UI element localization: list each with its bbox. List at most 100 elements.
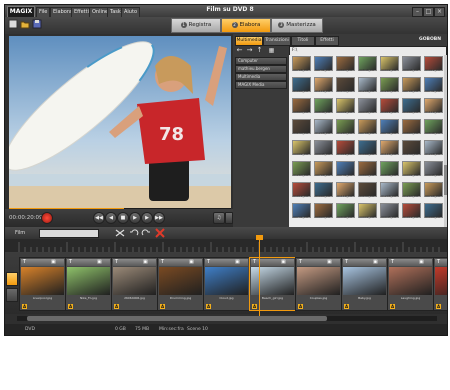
up-arrow-icon[interactable]: ↑ — [255, 46, 264, 55]
effects-icon[interactable]: ▣ — [97, 259, 102, 266]
save-icon[interactable] — [32, 19, 42, 29]
tab-registra[interactable]: 1 Registra — [171, 18, 221, 33]
media-thumbnail[interactable]: 00848_P8 — [312, 98, 333, 118]
step-forward-button[interactable]: ▶ — [141, 212, 153, 224]
title-icon[interactable]: T — [23, 259, 26, 266]
audio-badge[interactable]: A — [390, 304, 395, 309]
tab-multimedia[interactable]: Multimedia — [235, 36, 263, 46]
effects-icon[interactable]: ▣ — [419, 259, 424, 266]
delete-icon[interactable] — [155, 228, 165, 238]
media-thumbnail[interactable]: 01012_P8 — [290, 182, 311, 202]
media-scrollbar[interactable] — [444, 55, 447, 227]
media-thumbnail[interactable]: 00945_P8 — [422, 161, 443, 181]
film-selector[interactable] — [39, 229, 99, 238]
media-thumbnail[interactable]: 01208_P8 — [378, 182, 399, 202]
title-icon[interactable]: T — [115, 259, 118, 266]
folder-magix-media[interactable]: MAGIX Media — [235, 81, 287, 89]
media-thumbnail[interactable]: 00803_P8 — [400, 119, 421, 139]
media-thumbnail[interactable]: 00945_P8 — [400, 56, 421, 76]
media-thumbnail[interactable]: 01263_P8 — [334, 119, 355, 139]
record-button[interactable] — [41, 212, 53, 224]
media-thumbnail[interactable]: 00731_P8 — [422, 77, 443, 97]
media-thumbnail[interactable]: 00848_P8 — [334, 203, 355, 223]
media-thumbnail[interactable]: 01208_P8 — [312, 119, 333, 139]
audio-badge[interactable]: A — [252, 304, 257, 309]
new-project-icon[interactable] — [8, 19, 18, 29]
title-icon[interactable]: T — [299, 259, 302, 266]
media-thumbnail[interactable]: 00708_P8 — [400, 77, 421, 97]
media-thumbnail[interactable]: 01155_P8 — [290, 119, 311, 139]
media-thumbnail[interactable]: 01119_P8 — [422, 98, 443, 118]
fast-forward-button[interactable]: ▶▶ — [153, 212, 165, 224]
storyboard-clip[interactable]: T ▣ Liverpool.jpg A — [19, 257, 66, 311]
play-button[interactable]: ▶ — [129, 212, 141, 224]
step-back-button[interactable]: ◀ — [105, 212, 117, 224]
timeline-scroll-thumb[interactable] — [27, 316, 327, 321]
volume-icon[interactable]: ♫ — [213, 212, 225, 224]
media-thumbnail[interactable]: 00848_P8 — [378, 161, 399, 181]
storyboard-mode-button[interactable] — [6, 272, 18, 286]
media-thumbnail[interactable]: 01263_P8 — [400, 182, 421, 202]
media-thumbnail[interactable]: 00945_P8 — [312, 140, 333, 160]
title-icon[interactable]: T — [207, 259, 210, 266]
storyboard-clip[interactable]: T ▣ Couples.jpg A — [295, 257, 342, 311]
audio-badge[interactable]: A — [160, 304, 165, 309]
media-thumbnail[interactable]: 00803_P8 — [290, 98, 311, 118]
timeline-ruler[interactable] — [5, 239, 447, 252]
undo-icon[interactable] — [129, 229, 139, 237]
storyboard-clip[interactable]: T ▣ Baby.jpg A — [341, 257, 388, 311]
storyboard-clip[interactable]: T ▣ Laughing.jpg A — [387, 257, 434, 311]
tab-masterizza[interactable]: 3 Masterizza — [271, 18, 323, 33]
media-thumbnail[interactable]: 00731_P8 — [290, 203, 311, 223]
media-thumbnail[interactable]: 01155_P8 — [400, 140, 421, 160]
media-thumbnail[interactable]: 00731_P8 — [334, 161, 355, 181]
media-thumbnail[interactable]: 00902_P8 — [400, 161, 421, 181]
media-thumbnail[interactable]: 01064_P8 — [422, 203, 443, 223]
folder-user[interactable]: mathieu.bergen — [235, 65, 287, 73]
media-thumbnail[interactable]: 01119_P8 — [378, 140, 399, 160]
timeline-scrollbar[interactable] — [17, 316, 437, 321]
audio-badge[interactable]: A — [206, 304, 211, 309]
media-thumbnail[interactable]: 00848_P8 — [422, 119, 443, 139]
media-thumbnail[interactable]: 00731_P8 — [378, 119, 399, 139]
media-thumbnail[interactable]: 01263_P8 — [378, 77, 399, 97]
tab-effetti[interactable]: Effetti — [315, 36, 339, 46]
redo-icon[interactable] — [141, 229, 151, 237]
media-thumbnail[interactable]: 01064_P8 — [356, 140, 377, 160]
tab-transizioni[interactable]: Transizioni — [263, 36, 291, 46]
media-thumbnail[interactable]: 00945_P8 — [378, 203, 399, 223]
playhead[interactable] — [259, 237, 260, 317]
title-icon[interactable]: T — [161, 259, 164, 266]
forward-arrow-icon[interactable]: → — [245, 46, 254, 55]
media-thumbnail[interactable]: 01012_P8 — [334, 140, 355, 160]
storyboard-clip[interactable]: T ▣ Drumming.jpg A — [157, 257, 204, 311]
title-icon[interactable]: T — [437, 259, 440, 266]
media-thumbnail[interactable]: 01263_P8 — [290, 161, 311, 181]
scrollbar-thumb[interactable] — [444, 165, 447, 195]
title-icon[interactable]: T — [345, 259, 348, 266]
stop-button[interactable]: ■ — [117, 212, 129, 224]
media-thumbnail[interactable]: 01012_P8 — [378, 98, 399, 118]
back-arrow-icon[interactable]: ← — [235, 46, 244, 55]
media-thumbnail[interactable]: 00902_P8 — [378, 56, 399, 76]
video-preview[interactable]: 78 — [9, 36, 231, 209]
minimize-button[interactable]: – — [412, 7, 423, 17]
storyboard-clip[interactable]: T ▣ Beach_girl.jpg A — [249, 257, 296, 311]
media-thumbnail[interactable]: 01119_P8 — [334, 182, 355, 202]
audio-badge[interactable]: A — [298, 304, 303, 309]
audio-badge[interactable]: A — [114, 304, 119, 309]
effects-icon[interactable]: ▣ — [235, 259, 240, 266]
audio-badge[interactable]: A — [68, 304, 73, 309]
media-thumbnail[interactable]: 01208_P8 — [422, 140, 443, 160]
storyboard-clip[interactable]: T ▣ Nike_Fo.jpg A — [65, 257, 112, 311]
folder-computer[interactable]: Computer — [235, 57, 287, 65]
media-thumbnail[interactable]: 00902_P8 — [334, 98, 355, 118]
audio-badge[interactable]: A — [436, 304, 441, 309]
open-folder-icon[interactable] — [20, 19, 30, 29]
media-thumbnail[interactable]: 01064_P8 — [400, 98, 421, 118]
storyboard-clip[interactable]: T▣ Red.jpgA — [433, 257, 447, 311]
media-thumbnail[interactable]: 00945_P8 — [356, 98, 377, 118]
tab-titoli[interactable]: Titoli — [291, 36, 315, 46]
title-icon[interactable]: T — [253, 259, 256, 266]
storyboard-clip[interactable]: T ▣ 26064006.jpg A — [111, 257, 158, 311]
